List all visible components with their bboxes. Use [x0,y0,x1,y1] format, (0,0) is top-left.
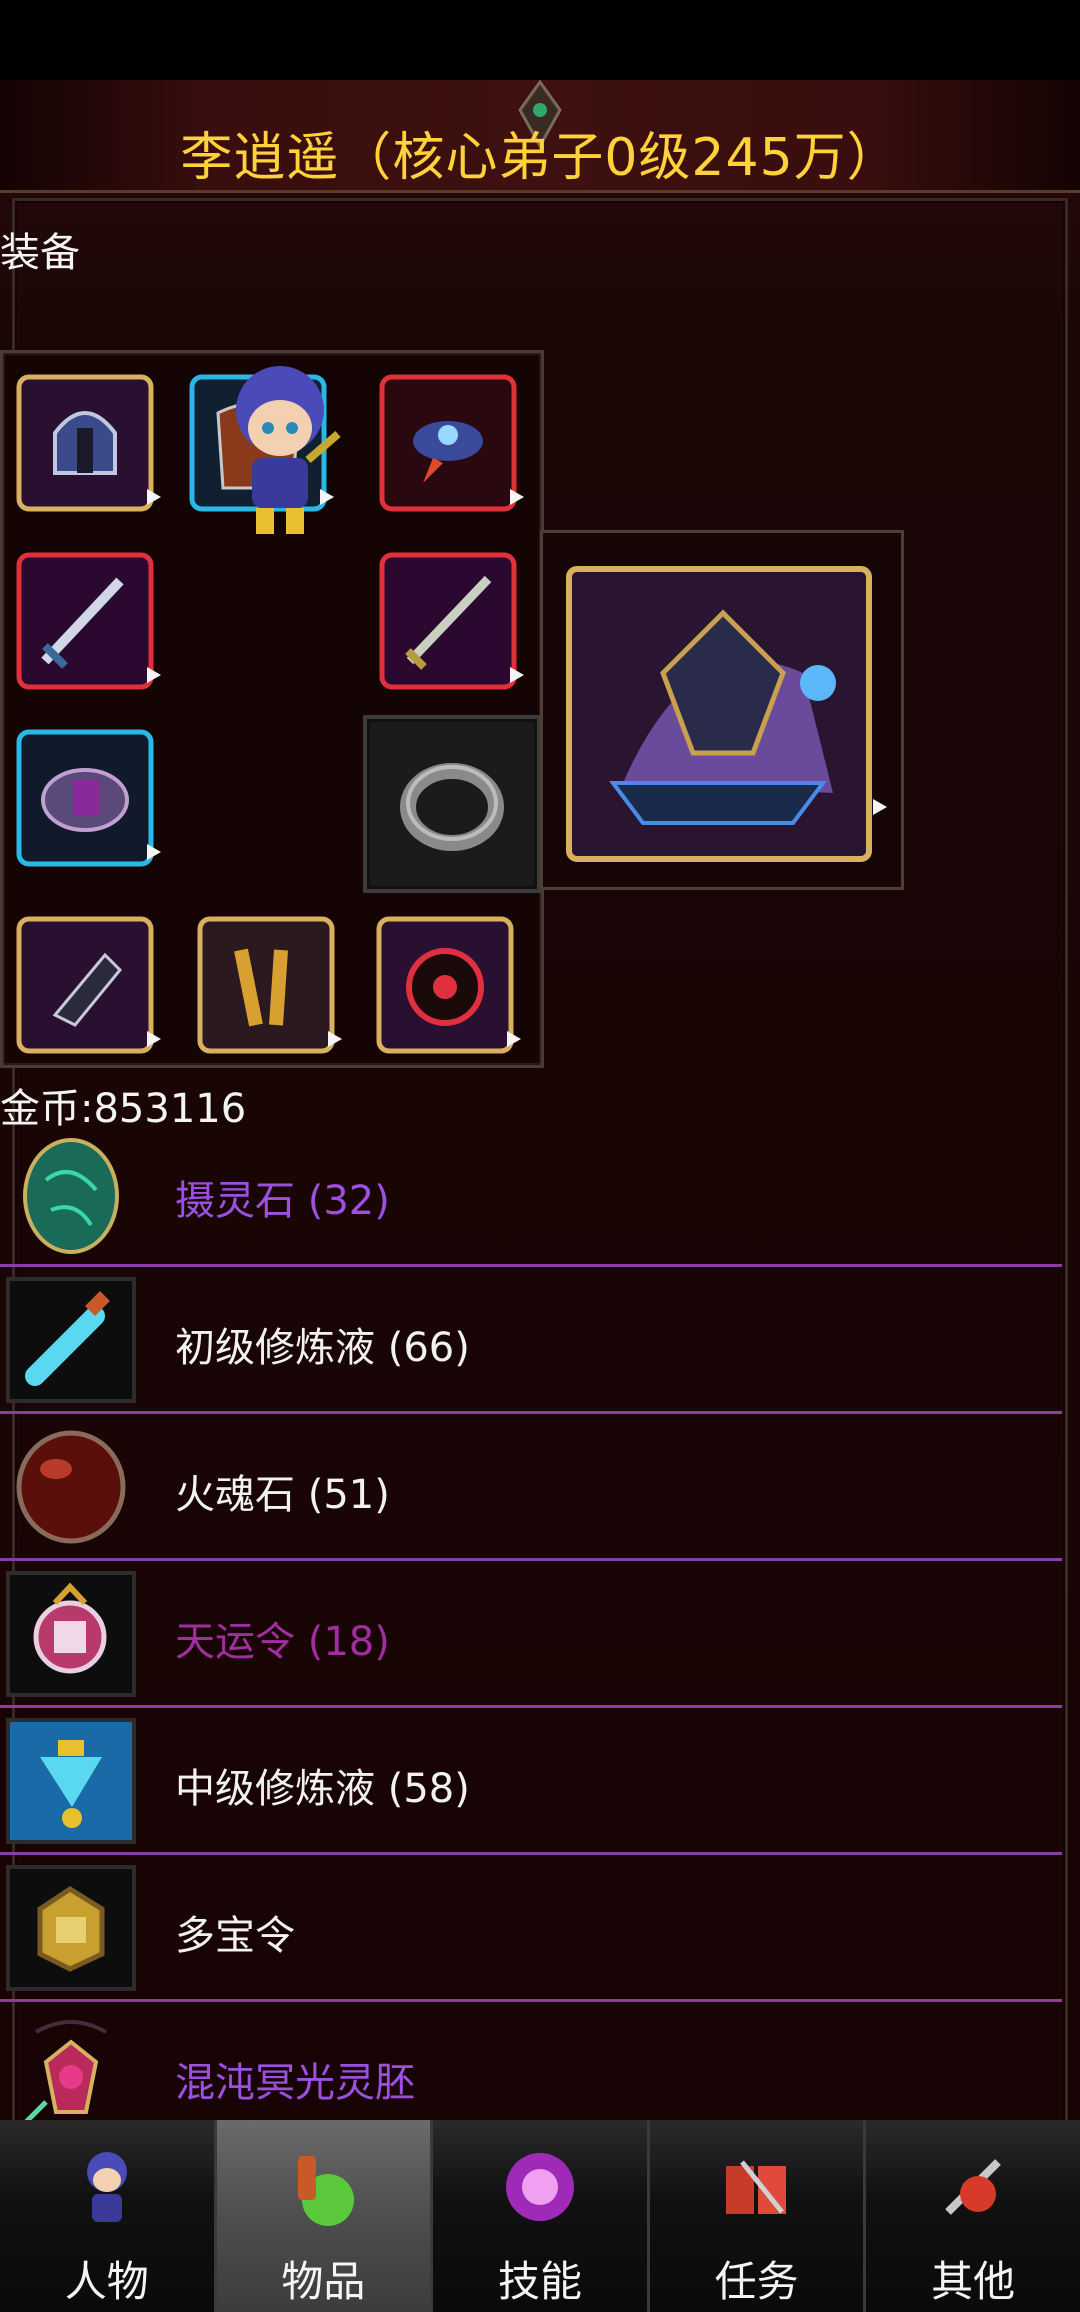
boots-icon [197,916,335,1054]
potion-bag-icon [298,2156,355,2226]
gauntlet-icon [16,916,154,1054]
item-name: 火魂石 (51) [175,1472,390,1518]
blade-icon [379,552,517,690]
winged-orb-icon [379,374,517,512]
list-item[interactable]: 摄灵石 (32) [0,1120,1062,1267]
game-frame: 李逍遥（核心弟子0级245万） 装备 金币:853116 摄灵石 (32) 初级… [0,80,1080,2200]
quest-book-icon [725,2160,786,2214]
tab-items[interactable]: 物品 [216,2120,434,2312]
armored-beast-icon [566,566,872,862]
tab-other[interactable]: 其他 [866,2120,1080,2312]
character-icon [86,2152,127,2222]
tab-quests[interactable]: 任务 [649,2120,867,2312]
list-item[interactable]: 中级修炼液 (58) [0,1708,1062,1855]
tab-label: 物品 [281,2257,366,2306]
bracer-slot[interactable] [15,728,161,868]
tab-label: 人物 [64,2257,149,2306]
tab-label: 其他 [931,2257,1016,2306]
glove-slot[interactable] [15,915,161,1055]
list-item[interactable]: 天运令 (18) [0,1561,1062,1708]
equipment-label: 装备 [0,230,80,276]
title-band: 李逍遥（核心弟子0级245万） [0,80,1080,193]
ring-icon [400,763,504,851]
item-name: 初级修炼液 (66) [175,1325,470,1371]
weapon-slot[interactable] [15,551,161,691]
helmet-slot[interactable] [15,373,161,513]
list-item[interactable]: 初级修炼液 (66) [0,1267,1062,1414]
item-name: 中级修炼液 (58) [175,1766,470,1812]
boots-slot[interactable] [196,915,342,1055]
list-item[interactable]: 火魂石 (51) [0,1414,1062,1561]
status-bar [0,0,1080,80]
tab-label: 技能 [497,2257,582,2306]
red-orb-icon [16,1430,126,1544]
bracer-icon [16,729,154,867]
token-icon [33,1582,107,1674]
ring-slot[interactable] [363,715,541,893]
potion-vial-icon [25,1291,110,1386]
helmet-icon [16,374,154,512]
item-name: 天运令 (18) [175,1619,390,1665]
character-title: 李逍遥（核心弟子0级245万） [180,128,900,188]
talisman-icon [376,916,514,1054]
tab-skills[interactable]: 技能 [433,2120,650,2312]
accessory-slot[interactable] [378,373,524,513]
talisman-slot[interactable] [375,915,521,1055]
other-icon [945,2159,1002,2215]
mount-item-slot[interactable] [540,530,904,890]
item-list: 摄灵石 (32) 初级修炼液 (66) 火魂石 (51) 天运令 (18) 中级… [0,1120,1062,2149]
tab-label: 任务 [714,2257,799,2306]
character-avatar [236,366,341,534]
green-egg-icon [23,1138,119,1254]
item-name: 多宝令 [175,1913,295,1959]
flask-icon [10,1722,132,1840]
tab-character[interactable]: 人物 [0,2120,217,2312]
item-name: 摄灵石 (32) [175,1178,390,1224]
offhand-weapon-slot[interactable] [378,551,524,691]
gold-token-icon [37,1886,105,1972]
item-name: 混沌冥光灵胚 [175,2060,415,2106]
bottom-tab-bar: 人物 物品 技能 任务 其他 [0,2120,1080,2312]
list-item[interactable]: 多宝令 [0,1855,1062,2002]
sword-icon [16,552,154,690]
skill-orb-icon [505,2153,574,2221]
